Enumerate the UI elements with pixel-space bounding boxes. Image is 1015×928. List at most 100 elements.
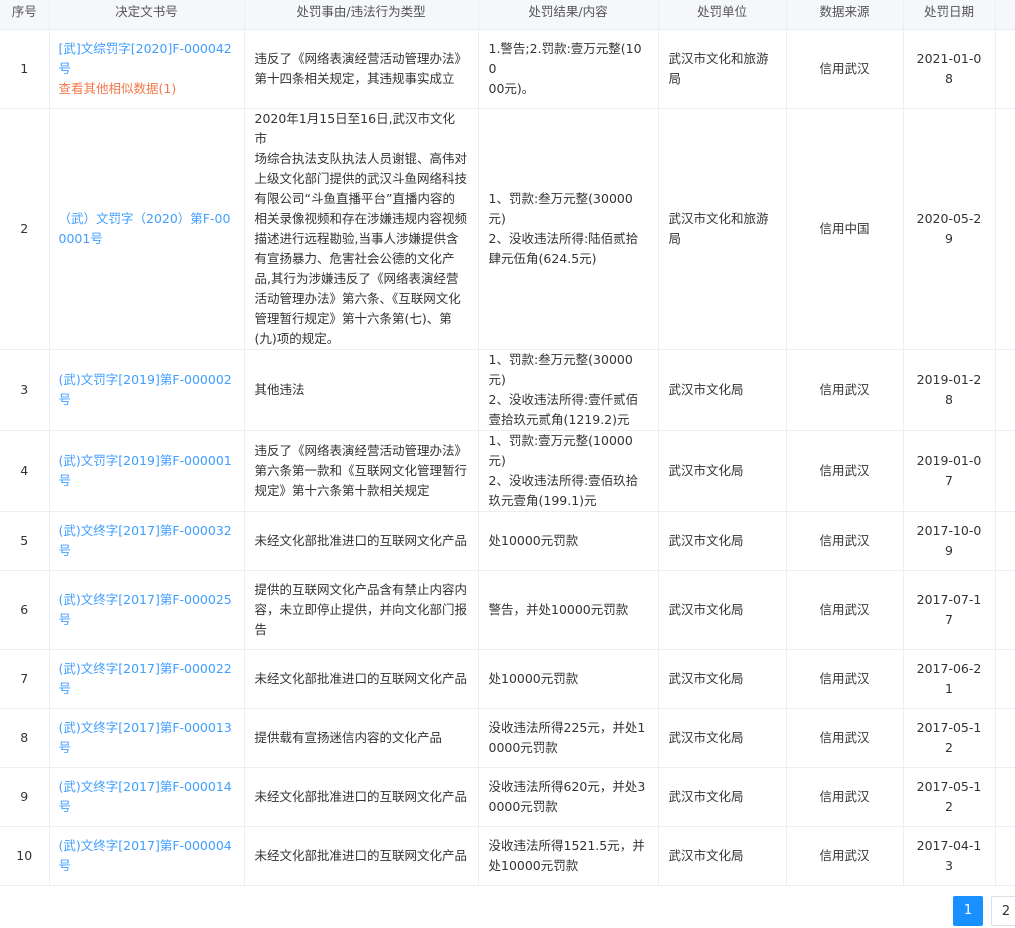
reason-text: 未经文化部批准进口的互联网文化产品 (254, 789, 468, 804)
source-cell: 信用武汉 (786, 649, 904, 709)
doc-number-cell: (武)文终字[2017]第F-000032 号 (49, 511, 245, 571)
source-cell: 信用武汉 (786, 570, 904, 650)
penalty-table: 序号 决定文书号 处罚事由/违法行为类型 处罚结果/内容 处罚单位 数据来源 处… (0, 0, 1015, 886)
header-date: 处罚日期 (903, 0, 996, 30)
table-row: 8 (武)文终字[2017]第F-000013 号 提供载有宣扬迷信内容的文化产品 没收… (0, 708, 1015, 768)
unit-cell: 武汉市文化局 (658, 570, 787, 650)
doc-number-link[interactable]: (武)文终字[2017]第F-000025 号 (59, 590, 234, 630)
result-text: 肆元伍角(624.5元) (488, 251, 597, 266)
reason-cell: 提供的互联网文化产品含有禁止内容内 容，未立即停止提供，并向文化部门报告 (244, 570, 479, 650)
reason-text: 提供的互联网文化产品含有禁止内容内 (254, 582, 468, 597)
spacer-cell (995, 430, 1015, 512)
spacer-cell (995, 767, 1015, 827)
reason-text: 2020年1月15日至16日,武汉市文化市 (254, 111, 456, 146)
date-cell: 2020-05-29 (903, 108, 996, 350)
result-text: 处10000元罚款 (488, 858, 579, 873)
doc-number-text: [武]文综罚字[2020]F-000042 (58, 41, 232, 56)
date-cell: 2017-05-12 (903, 767, 996, 827)
reason-text: 未经文化部批准进口的互联网文化产品 (254, 848, 468, 863)
result-text: 玖元壹角(199.1)元 (488, 493, 597, 508)
date-cell: 2017-06-21 (903, 649, 996, 709)
result-cell: 1、罚款:叁万元整(30000元) 2、没收违法所得:陆佰贰拾 肆元伍角(624.5… (478, 108, 659, 350)
unit-text: 武汉市文化局 (668, 789, 744, 804)
reason-cell: 2020年1月15日至16日,武汉市文化市 场综合执法支队执法人员谢锟、高伟对 上级… (244, 108, 479, 350)
source-cell: 信用武汉 (786, 29, 904, 109)
header-reason: 处罚事由/违法行为类型 (244, 0, 479, 30)
doc-number-text: 号 (58, 681, 72, 696)
result-cell: 没收违法所得225元，并处1 0000元罚款 (478, 708, 659, 768)
reason-cell: 其他违法 (244, 349, 479, 431)
reason-text: 管理暂行规定》第十六条第(七)、第 (254, 311, 452, 326)
date-cell: 2017-10-09 (903, 511, 996, 571)
unit-text: 武汉市文化局 (668, 382, 744, 397)
source-cell: 信用武汉 (786, 826, 904, 886)
reason-text: 未经文化部批准进口的互联网文化产品 (254, 533, 468, 548)
result-text: 00元)。 (488, 81, 535, 96)
spacer-cell (995, 349, 1015, 431)
reason-cell: 未经文化部批准进口的互联网文化产品 (244, 767, 479, 827)
reason-cell: 未经文化部批准进口的互联网文化产品 (244, 826, 479, 886)
row-index: 1 (0, 29, 50, 109)
result-cell: 处10000元罚款 (478, 511, 659, 571)
spacer-cell (995, 649, 1015, 709)
doc-number-link[interactable]: (武)文终字[2017]第F-000004 号 (59, 836, 234, 876)
result-text: 1.警告;2.罚款:壹万元整(100 (488, 41, 642, 76)
result-text: 壹拾玖元贰角(1219.2)元 (488, 412, 630, 427)
reason-cell: 违反了《网络表演经营活动管理办法》 第十四条相关规定，其违规事实成立 (244, 29, 479, 109)
reason-text: 上级文化部门提供的武汉斗鱼网络科技 (254, 171, 468, 186)
page-button-1[interactable]: 1 (953, 896, 983, 926)
doc-number-text: 号 (58, 799, 72, 814)
doc-number-text: 号 (58, 740, 72, 755)
reason-text: 容，未立即停止提供，并向文化部门报 (254, 602, 468, 617)
result-cell: 1.警告;2.罚款:壹万元整(100 00元)。 (478, 29, 659, 109)
row-index: 8 (0, 708, 50, 768)
result-cell: 没收违法所得620元，并处3 0000元罚款 (478, 767, 659, 827)
reason-text: 规定》第十六条第十款相关规定 (254, 483, 430, 498)
doc-number-text: (武)文终字[2017]第F-000013 (58, 720, 232, 735)
source-cell: 信用武汉 (786, 767, 904, 827)
unit-cell: 武汉市文化局 (658, 826, 787, 886)
table-row: 7 (武)文终字[2017]第F-000022 号 未经文化部批准进口的互联网文化产品… (0, 649, 1015, 709)
reason-text: 违反了《网络表演经营活动管理办法》 (254, 51, 468, 66)
doc-number-link[interactable]: (武)文罚字[2019]第F-000002 号 (59, 370, 234, 410)
unit-text: 武汉市文化局 (668, 602, 744, 617)
doc-number-link[interactable]: (武)文罚字[2019]第F-000001 号 (59, 451, 234, 491)
doc-number-link[interactable]: (武)文终字[2017]第F-000014 号 (59, 777, 234, 817)
unit-cell: 武汉市文化局 (658, 708, 787, 768)
doc-number-text: 0001号 (58, 231, 103, 246)
doc-number-text: (武)文终字[2017]第F-000004 (58, 838, 232, 853)
doc-number-text: 号 (58, 392, 72, 407)
result-text: 0000元罚款 (488, 799, 558, 814)
pagination: 1 2 (953, 896, 1015, 926)
source-cell: 信用武汉 (786, 349, 904, 431)
reason-text: 有宣扬暴力、危害社会公德的文化产 (254, 251, 455, 266)
result-cell: 没收违法所得1521.5元，并 处10000元罚款 (478, 826, 659, 886)
table-row: 5 (武)文终字[2017]第F-000032 号 未经文化部批准进口的互联网文化产品… (0, 511, 1015, 571)
spacer-cell (995, 708, 1015, 768)
doc-number-text: (武)文终字[2017]第F-000022 (58, 661, 232, 676)
doc-number-link[interactable]: (武)文终字[2017]第F-000032 号 (59, 521, 234, 561)
doc-number-link[interactable]: (武)文终字[2017]第F-000022 号 (59, 659, 234, 699)
reason-cell: 未经文化部批准进口的互联网文化产品 (244, 511, 479, 571)
unit-text: 武汉市文化局 (668, 730, 744, 745)
header-spacer (995, 0, 1015, 30)
doc-number-cell: (武)文终字[2017]第F-000013 号 (49, 708, 245, 768)
result-text: 1、罚款:叁万元整(30000元) (488, 352, 633, 387)
reason-text: 第十四条相关规定，其违规事实成立 (254, 71, 455, 86)
page-button-2[interactable]: 2 (991, 896, 1015, 926)
doc-number-link[interactable]: （武）文罚字（2020）第F-00 0001号 (59, 209, 234, 249)
doc-number-cell: (武)文罚字[2019]第F-000002 号 (49, 349, 245, 431)
date-cell: 2017-05-12 (903, 708, 996, 768)
date-cell: 2021-01-08 (903, 29, 996, 109)
unit-text: 局 (668, 231, 682, 246)
result-text: 2、没收违法所得:陆佰贰拾 (488, 231, 639, 246)
view-similar-link[interactable]: 查看其他相似数据(1) (59, 79, 234, 99)
doc-number-link[interactable]: [武]文综罚字[2020]F-000042 号 (59, 39, 234, 79)
doc-number-text: 号 (58, 61, 72, 76)
header-doc-number: 决定文书号 (49, 0, 245, 30)
doc-number-link[interactable]: (武)文终字[2017]第F-000013 号 (59, 718, 234, 758)
result-cell: 1、罚款:叁万元整(30000元) 2、没收违法所得:壹仟贰佰 壹拾玖元贰角(121… (478, 349, 659, 431)
unit-cell: 武汉市文化和旅游局 (658, 108, 787, 350)
spacer-cell (995, 511, 1015, 571)
unit-text: 武汉市文化局 (668, 848, 744, 863)
